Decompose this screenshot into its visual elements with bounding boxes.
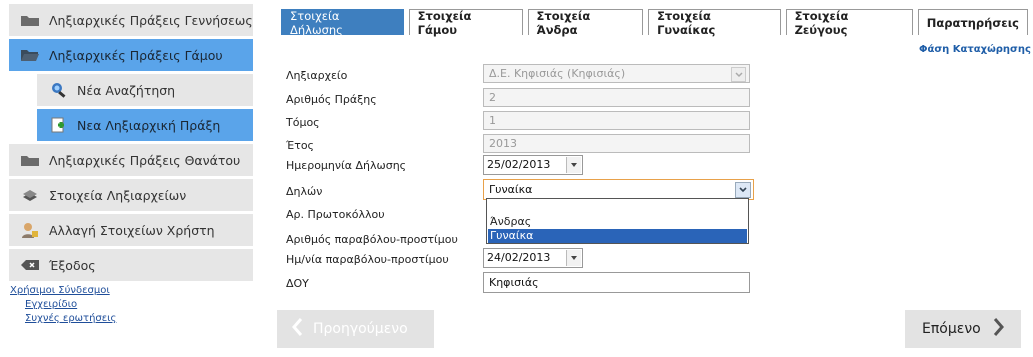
year-label: Έτος — [286, 139, 315, 152]
chevron-down-icon[interactable] — [566, 250, 581, 266]
sidebar-item-registries[interactable]: Στοιχεία Ληξιαρχείων — [9, 179, 253, 211]
user-lock-icon — [19, 222, 41, 238]
fee-date-label: Ημ/νία παραβόλου-προστίμου — [286, 253, 449, 266]
tab-couple[interactable]: Στοιχεία Ζεύγους — [785, 9, 913, 37]
faq-link[interactable]: Συχνές ερωτήσεις — [25, 313, 116, 324]
registry-label: Ληξιαρχείο — [286, 69, 348, 82]
tab-marriage[interactable]: Στοιχεία Γάμου — [408, 9, 523, 37]
stack-icon — [19, 187, 41, 203]
fee-date-value: 24/02/2013 — [487, 251, 551, 264]
doy-field[interactable]: Κηφισιάς — [483, 272, 750, 293]
sidebar-item-new-act[interactable]: Νεα Ληξιαρχική Πράξη — [37, 109, 253, 141]
year-field: 2013 — [483, 134, 750, 153]
declarant-label: Δηλών — [286, 185, 323, 198]
volume-label: Τόμος — [286, 116, 320, 129]
act-number-field: 2 — [483, 88, 750, 107]
sidebar-item-label: Νέα Αναζήτηση — [77, 82, 176, 98]
doy-label: ΔΟΥ — [286, 277, 309, 290]
sidebar-item-deaths[interactable]: Ληξιαρχικές Πράξεις Θανάτου — [9, 144, 253, 176]
sidebar-item-label: Ληξιαρχικές Πράξεις Γάμου — [49, 47, 223, 63]
sidebar-item-label: Νεα Ληξιαρχική Πράξη — [77, 117, 221, 133]
dropdown-option-empty[interactable] — [488, 201, 747, 215]
folder-open-icon — [19, 47, 41, 63]
sidebar-item-exit[interactable]: Έξοδος — [9, 249, 253, 281]
phase-indicator: Φάση Καταχώρησης — [919, 44, 1031, 55]
sidebar-item-births[interactable]: Ληξιαρχικές Πράξεις Γεννήσεως — [9, 4, 253, 36]
manual-link[interactable]: Εγχειρίδιο — [25, 299, 116, 310]
chevron-down-icon[interactable] — [735, 182, 751, 198]
sidebar-item-new-search[interactable]: Νέα Αναζήτηση — [37, 74, 253, 106]
search-person-icon — [47, 82, 69, 98]
sidebar-item-marriages[interactable]: Ληξιαρχικές Πράξεις Γάμου — [9, 39, 253, 71]
sidebar-item-label: Ληξιαρχικές Πράξεις Γεννήσεως — [49, 12, 253, 28]
declaration-date-value: 25/02/2013 — [487, 158, 551, 171]
registry-value: Δ.Ε. Κηφισιάς (Κηφισιάς) — [489, 67, 626, 80]
tab-bride[interactable]: Στοιχεία Γυναίκας — [648, 9, 781, 37]
useful-links-title: Χρήσιμοι Σύνδεσμοι — [10, 285, 110, 296]
tab-bar: Στοιχεία Δήλωσης Στοιχεία Γάμου Στοιχεία… — [281, 9, 1033, 37]
declaration-date-label: Ημερομηνία Δήλωσης — [286, 159, 407, 172]
chevron-right-icon — [993, 317, 1005, 341]
next-button[interactable]: Επόμενο — [905, 310, 1021, 348]
act-number-label: Αριθμός Πράξης — [286, 93, 377, 106]
protocol-number-label: Αρ. Πρωτοκόλλου — [286, 208, 385, 221]
chevron-down-icon — [731, 67, 746, 82]
next-button-label: Επόμενο — [922, 321, 981, 337]
sidebar-item-label: Στοιχεία Ληξιαρχείων — [49, 187, 187, 203]
tab-groom[interactable]: Στοιχεία Άνδρα — [527, 9, 644, 37]
chevron-down-icon[interactable] — [566, 157, 581, 173]
sidebar: Ληξιαρχικές Πράξεις Γεννήσεως Ληξιαρχικέ… — [9, 4, 253, 284]
sidebar-item-label: Αλλαγή Στοιχείων Χρήστη — [49, 222, 215, 238]
dropdown-option-male[interactable]: Άνδρας — [488, 215, 747, 229]
chevron-left-icon — [291, 317, 303, 341]
folder-icon — [19, 12, 41, 28]
registry-select: Δ.Ε. Κηφισιάς (Κηφισιάς) — [483, 64, 750, 83]
declarant-value: Γυναίκα — [489, 183, 533, 196]
sidebar-item-user-settings[interactable]: Αλλαγή Στοιχείων Χρήστη — [9, 214, 253, 246]
fee-number-label: Αριθμός παραβόλου-προστίμου — [286, 233, 458, 246]
declarant-dropdown-list: Άνδρας Γυναίκα — [486, 198, 749, 244]
declaration-date-picker[interactable]: 25/02/2013 — [483, 155, 583, 175]
fee-date-picker[interactable]: 24/02/2013 — [483, 248, 583, 268]
previous-button-label: Προηγούμενο — [313, 321, 408, 337]
folder-icon — [19, 152, 41, 168]
useful-links: Χρήσιμοι Σύνδεσμοι Εγχειρίδιο Συχνές ερω… — [10, 285, 116, 327]
tab-notes[interactable]: Παρατηρήσεις — [917, 9, 1028, 35]
declarant-select[interactable]: Γυναίκα — [483, 179, 754, 200]
new-document-icon — [47, 117, 69, 133]
dropdown-option-female[interactable]: Γυναίκα — [488, 229, 747, 243]
sidebar-item-label: Έξοδος — [49, 257, 96, 273]
tab-declaration[interactable]: Στοιχεία Δήλωσης — [281, 9, 404, 37]
volume-field: 1 — [483, 111, 750, 130]
exit-icon — [19, 257, 41, 273]
previous-button[interactable]: Προηγούμενο — [277, 310, 434, 348]
sidebar-item-label: Ληξιαρχικές Πράξεις Θανάτου — [49, 152, 241, 168]
